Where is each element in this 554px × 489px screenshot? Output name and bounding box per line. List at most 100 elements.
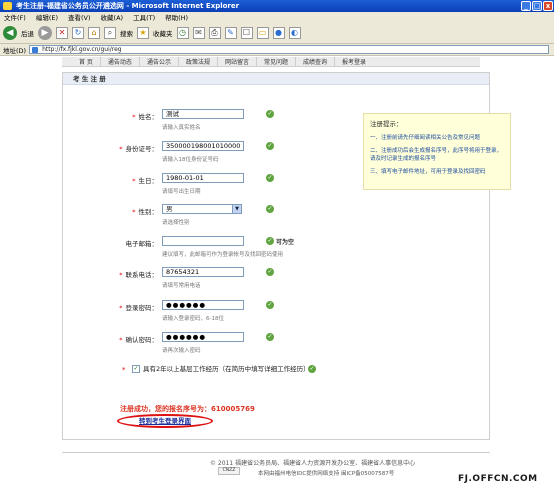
menu-bar: 文件(F) 编辑(E) 查看(V) 收藏(A) 工具(T) 帮助(H) xyxy=(0,12,554,22)
password-label: * 登录密码： xyxy=(119,304,158,312)
birthday-label: * 生日： xyxy=(132,177,158,185)
footer-copyright: © 2011 福建省公务员局、福建省人力资源开发办公室、福建省人事信息中心 xyxy=(210,460,416,467)
folder-icon[interactable]: ▭ xyxy=(256,26,269,39)
refresh-icon[interactable]: ↻ xyxy=(72,26,84,39)
back-arrow-icon[interactable]: ◀ xyxy=(3,25,17,40)
address-url: http://fx.fjkl.gov.cn/gui/reg xyxy=(42,46,122,53)
stats-badge[interactable]: CNZZ xyxy=(218,467,240,475)
ie-icon xyxy=(3,2,12,10)
address-bar: 地址(D) http://fx.fjkl.gov.cn/gui/reg xyxy=(0,44,554,56)
toolbar: ◀ 后退 ▶ ✕ ↻ ⌂ ⌕ 搜索 ★ 收藏夹 ◷ ✉ ⎙ ✎ ☐ ▭ ● ◐ xyxy=(0,22,554,44)
menu-view[interactable]: 查看(V) xyxy=(68,12,91,22)
idcard-hint: 请输入18位身份证号码 xyxy=(162,157,219,163)
registration-number: 610005769 xyxy=(211,405,255,413)
menu-help[interactable]: 帮助(H) xyxy=(165,12,188,22)
check-icon: ✓ xyxy=(308,365,316,373)
tip-item: 二、注册成功后会生成报名序号，此序号将用于登录，请及时记录生成的报名序号 xyxy=(370,148,503,162)
history-icon[interactable]: ◷ xyxy=(176,26,189,39)
back-button-label[interactable]: 后退 xyxy=(21,28,34,38)
nav-scores[interactable]: 成绩查询 xyxy=(296,57,336,66)
email-hint: 建议填写，此邮箱可作为登录帐号及找回密码使用 xyxy=(162,252,284,258)
phone-input[interactable]: 87654321 xyxy=(162,267,244,277)
nav-news[interactable]: 通告动态 xyxy=(101,57,140,66)
address-label: 地址(D) xyxy=(3,46,27,55)
name-label: * 姓名： xyxy=(132,113,158,121)
check-icon: ✓ xyxy=(266,110,274,118)
registration-tips: 注册提示： 一、注册前请先仔细阅读相关公告及常见问题 二、注册成功后会生成报名序… xyxy=(363,113,511,190)
success-text: 注册成功，您的报名序号为： xyxy=(120,405,211,413)
confirm-password-input[interactable]: ●●●●●● xyxy=(162,332,244,342)
footer-divider xyxy=(62,452,490,453)
check-icon: ✓ xyxy=(266,174,274,182)
discuss-icon[interactable]: ☐ xyxy=(240,26,253,39)
print-icon[interactable]: ⎙ xyxy=(208,26,221,39)
site-watermark: FJ.OFFCN.COM xyxy=(458,474,538,484)
birthday-hint: 请填写出生日期 xyxy=(162,189,201,195)
site-nav: 首 页 通告动态 通告公示 政策法规 网站留言 常见问题 成绩查询 报考登录 xyxy=(62,57,480,67)
minimize-button[interactable]: _ xyxy=(521,1,531,11)
page-icon xyxy=(32,47,39,53)
window-title-bar: 考生注册-福建省公务员公开遴选网 - Microsoft Internet Ex… xyxy=(0,0,554,12)
check-icon: ✓ xyxy=(266,142,274,150)
tips-title: 注册提示： xyxy=(370,120,403,128)
gender-hint: 请选择性别 xyxy=(162,220,190,226)
menu-file[interactable]: 文件(F) xyxy=(4,12,26,22)
nav-home[interactable]: 首 页 xyxy=(72,57,101,66)
close-button[interactable]: x xyxy=(543,1,553,11)
check-icon: ✓ xyxy=(266,237,274,245)
confirm-password-hint: 请再次输入密码 xyxy=(162,348,201,354)
confirm-password-label: * 确认密码： xyxy=(119,336,158,344)
nav-faq[interactable]: 常见问题 xyxy=(257,57,296,66)
gender-value: 男 xyxy=(166,205,173,213)
search-icon[interactable]: ⌕ xyxy=(104,26,116,39)
success-message: 注册成功，您的报名序号为：610005769 xyxy=(120,404,255,414)
tip-item: 三、填写电子邮件地址，可用于登录及找回密码 xyxy=(370,169,486,175)
gender-label: * 性别： xyxy=(132,208,158,216)
window-title: 考生注册-福建省公务员公开遴选网 - Microsoft Internet Ex… xyxy=(16,2,240,10)
email-optional-status: 可为空 xyxy=(276,239,295,246)
check-icon: ✓ xyxy=(266,333,274,341)
research-icon[interactable]: ◐ xyxy=(288,26,301,39)
favorites-button-label[interactable]: 收藏夹 xyxy=(153,28,173,38)
check-icon: ✓ xyxy=(266,268,274,276)
home-icon[interactable]: ⌂ xyxy=(88,26,100,39)
required-marker: * xyxy=(122,366,126,374)
experience-label: 具有2年以上基层工作经历（在简历中填写详细工作经历） xyxy=(143,365,310,373)
menu-edit[interactable]: 编辑(E) xyxy=(36,12,58,22)
forward-arrow-icon[interactable]: ▶ xyxy=(38,25,52,40)
address-input[interactable]: http://fx.fjkl.gov.cn/gui/reg xyxy=(29,45,550,54)
phone-hint: 请填写常用电话 xyxy=(162,283,201,289)
nav-policy[interactable]: 政策法规 xyxy=(179,57,218,66)
chevron-down-icon[interactable]: ▼ xyxy=(232,205,241,213)
name-input[interactable]: 测试 xyxy=(162,109,244,119)
favorites-star-icon[interactable]: ★ xyxy=(137,26,149,39)
password-hint: 请输入登录密码，6-18位 xyxy=(162,316,224,322)
go-to-login-link[interactable]: 转到考生登录界面 xyxy=(117,414,213,428)
messenger-icon[interactable]: ● xyxy=(272,26,285,39)
stop-icon[interactable]: ✕ xyxy=(56,26,68,39)
birthday-input[interactable]: 1980-01-01 xyxy=(162,173,244,183)
edit-icon[interactable]: ✎ xyxy=(224,26,237,39)
phone-label: * 联系电话： xyxy=(119,271,158,279)
footer-icp: 本网由福州电信IDC提供网络支持 闽ICP备05007587号 xyxy=(258,471,395,477)
menu-favorites[interactable]: 收藏(A) xyxy=(101,12,124,22)
check-icon: ✓ xyxy=(266,205,274,213)
password-input[interactable]: ●●●●●● xyxy=(162,300,244,310)
section-title: 考 生 注 册 xyxy=(63,73,489,85)
nav-notice[interactable]: 通告公示 xyxy=(140,57,179,66)
nav-login[interactable]: 报考登录 xyxy=(335,57,373,66)
gender-select[interactable]: 男 ▼ xyxy=(162,204,242,214)
check-icon: ✓ xyxy=(266,301,274,309)
nav-guestbook[interactable]: 网站留言 xyxy=(218,57,257,66)
experience-checkbox[interactable]: ✓ xyxy=(132,365,140,373)
menu-tools[interactable]: 工具(T) xyxy=(133,12,155,22)
email-input[interactable] xyxy=(162,236,244,246)
idcard-input[interactable]: 350000198001010000 xyxy=(162,141,244,151)
mail-icon[interactable]: ✉ xyxy=(192,26,205,39)
idcard-label: * 身份证号： xyxy=(119,145,158,153)
tip-item: 一、注册前请先仔细阅读相关公告及常见问题 xyxy=(370,135,481,141)
maximize-button[interactable]: □ xyxy=(532,1,542,11)
search-button-label[interactable]: 搜索 xyxy=(120,28,133,38)
name-hint: 请输入真实姓名 xyxy=(162,125,201,131)
email-label: 电子邮箱： xyxy=(125,240,159,248)
